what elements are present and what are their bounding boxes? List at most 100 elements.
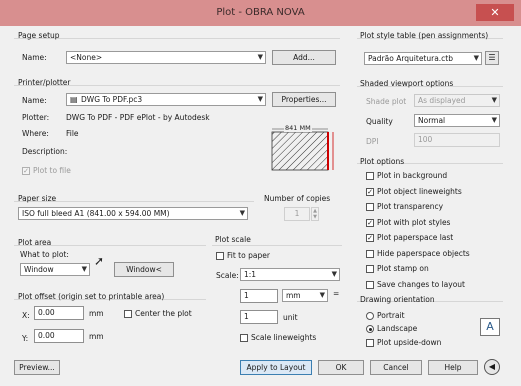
scale-label: Scale: bbox=[216, 271, 239, 280]
scale-unit-select[interactable]: mm ▼ bbox=[282, 289, 328, 302]
plot-option-checkbox[interactable] bbox=[366, 172, 374, 180]
paper-size-heading: Paper size bbox=[18, 194, 57, 203]
style-table-select[interactable]: Padrão Arquitetura.ctb ▼ bbox=[364, 52, 482, 65]
printer-name-select[interactable]: ▤ DWG To PDF.pc3 ▼ bbox=[66, 93, 266, 106]
offset-x-unit: mm bbox=[89, 309, 104, 318]
description-label: Description: bbox=[22, 147, 68, 156]
scale-select[interactable]: 1:1 ▼ bbox=[240, 268, 340, 281]
upside-down-checkbox[interactable] bbox=[366, 339, 374, 347]
page-setup-group bbox=[14, 38, 340, 39]
ok-button[interactable]: OK bbox=[318, 360, 364, 375]
close-button[interactable]: ✕ bbox=[476, 4, 514, 21]
preview-button[interactable]: Preview... bbox=[14, 360, 60, 375]
scale-unit-value: mm bbox=[286, 291, 301, 300]
page-setup-heading: Page setup bbox=[18, 31, 60, 40]
properties-button[interactable]: Properties... bbox=[272, 92, 336, 107]
quality-select[interactable]: Normal ▼ bbox=[414, 114, 500, 127]
printer-icon: ▤ bbox=[70, 95, 78, 104]
what-to-plot-select[interactable]: Window ▼ bbox=[20, 263, 90, 276]
plot-option-label: Plot in background bbox=[377, 171, 448, 180]
chevron-down-icon: ▼ bbox=[81, 265, 87, 273]
copies-spinner[interactable]: ▲ ▼ bbox=[311, 207, 319, 221]
plot-to-file-checkbox[interactable]: ✓ bbox=[22, 167, 30, 175]
scale-value2-input[interactable]: 1 bbox=[240, 310, 278, 324]
plot-option-label: Hide paperspace objects bbox=[377, 248, 470, 258]
edit-style-table-icon[interactable]: ☰ bbox=[485, 51, 499, 65]
shaded-heading: Shaded viewport options bbox=[360, 79, 454, 88]
portrait-radio[interactable] bbox=[366, 312, 374, 320]
plot-area-heading: Plot area bbox=[18, 238, 52, 247]
plot-option-checkbox[interactable]: ✓ bbox=[366, 234, 374, 242]
shade-plot-value: As displayed bbox=[418, 96, 466, 105]
chevron-down-icon: ▼ bbox=[257, 53, 263, 61]
plot-option-label: Plot stamp on bbox=[377, 264, 429, 273]
scale-value1-input[interactable]: 1 bbox=[240, 289, 278, 303]
chevron-down-icon: ▼ bbox=[491, 96, 497, 104]
chevron-down-icon: ▼ bbox=[491, 116, 497, 124]
cancel-button[interactable]: Cancel bbox=[370, 360, 422, 375]
orientation-preview-icon: A bbox=[480, 318, 500, 336]
paper-size-select[interactable]: ISO full bleed A1 (841.00 x 594.00 MM) ▼ bbox=[18, 207, 248, 220]
fit-to-paper-checkbox[interactable] bbox=[216, 252, 224, 260]
what-to-plot-value: Window bbox=[24, 265, 54, 274]
center-plot-label: Center the plot bbox=[135, 309, 192, 318]
chevron-down-icon: ▼ bbox=[257, 95, 263, 103]
scale-unit2-label: unit bbox=[283, 313, 298, 322]
style-table-value: Padrão Arquitetura.ctb bbox=[368, 54, 454, 63]
plot-option-checkbox[interactable] bbox=[366, 280, 374, 289]
copies-input[interactable]: 1 bbox=[284, 207, 310, 221]
plot-option-checkbox[interactable] bbox=[366, 203, 374, 211]
plot-option-checkbox[interactable]: ✓ bbox=[366, 187, 374, 196]
printer-name-label: Name: bbox=[22, 96, 47, 105]
chevron-down-icon: ▼ bbox=[473, 54, 479, 62]
offset-y-input[interactable]: 0.00 bbox=[34, 329, 84, 343]
collapse-arrow-icon[interactable]: ◀ bbox=[484, 359, 500, 375]
portrait-label: Portrait bbox=[377, 311, 405, 320]
chevron-down-icon: ▼ bbox=[239, 209, 245, 217]
preview-width-label: 841 MM bbox=[284, 124, 312, 132]
mouse-cursor-icon: ➚ bbox=[94, 254, 105, 268]
apply-to-layout-button[interactable]: Apply to Layout bbox=[240, 360, 312, 375]
scale-equals: = bbox=[333, 289, 340, 298]
scale-value: 1:1 bbox=[244, 270, 257, 279]
where-value: File bbox=[66, 129, 79, 138]
offset-x-input[interactable]: 0.00 bbox=[34, 306, 84, 320]
where-label: Where: bbox=[22, 129, 49, 138]
fit-to-paper-label: Fit to paper bbox=[227, 251, 270, 260]
plot-option-checkbox[interactable] bbox=[366, 265, 374, 273]
printer-name-value: DWG To PDF.pc3 bbox=[81, 95, 143, 104]
plot-option-checkbox[interactable]: ✓ bbox=[366, 218, 374, 227]
offset-y-label: Y: bbox=[22, 334, 29, 343]
quality-value: Normal bbox=[418, 116, 446, 125]
dpi-input[interactable]: 100 bbox=[414, 133, 500, 147]
scale-lineweights-checkbox[interactable] bbox=[240, 334, 248, 342]
add-page-setup-button[interactable]: Add... bbox=[272, 50, 336, 65]
plot-option-label: Plot transparency bbox=[377, 202, 444, 211]
quality-label: Quality bbox=[366, 117, 393, 126]
upside-down-label: Plot upside-down bbox=[377, 338, 442, 347]
shade-plot-label: Shade plot bbox=[366, 97, 407, 106]
paper-preview: 841 MM bbox=[270, 122, 340, 172]
window-pick-button[interactable]: Window< bbox=[114, 262, 174, 277]
dpi-label: DPI bbox=[366, 137, 379, 146]
chevron-down-icon: ▼ bbox=[331, 270, 337, 278]
page-setup-name-select[interactable]: <None> ▼ bbox=[66, 51, 266, 64]
chevron-down-icon: ▼ bbox=[319, 291, 325, 299]
paper-size-value: ISO full bleed A1 (841.00 x 594.00 MM) bbox=[22, 209, 170, 218]
window-title: Plot - OBRA NOVA bbox=[216, 7, 305, 18]
title-bar[interactable]: Plot - OBRA NOVA ✕ bbox=[0, 0, 521, 26]
plot-scale-heading: Plot scale bbox=[215, 235, 251, 244]
landscape-label: Landscape bbox=[377, 324, 418, 333]
offset-y-unit: mm bbox=[89, 332, 104, 341]
printer-heading: Printer/plotter bbox=[18, 78, 71, 87]
what-to-plot-label: What to plot: bbox=[20, 250, 69, 259]
center-plot-checkbox[interactable] bbox=[124, 310, 132, 318]
offset-x-label: X: bbox=[22, 311, 30, 320]
shade-plot-select[interactable]: As displayed ▼ bbox=[414, 94, 500, 107]
plot-offset-heading: Plot offset (origin set to printable are… bbox=[18, 292, 165, 301]
plot-option-label: Plot with plot styles bbox=[377, 217, 451, 227]
landscape-radio[interactable] bbox=[366, 325, 374, 333]
plot-to-file-label: Plot to file bbox=[33, 166, 71, 175]
plot-option-checkbox[interactable] bbox=[366, 249, 374, 258]
help-button[interactable]: Help bbox=[428, 360, 478, 375]
